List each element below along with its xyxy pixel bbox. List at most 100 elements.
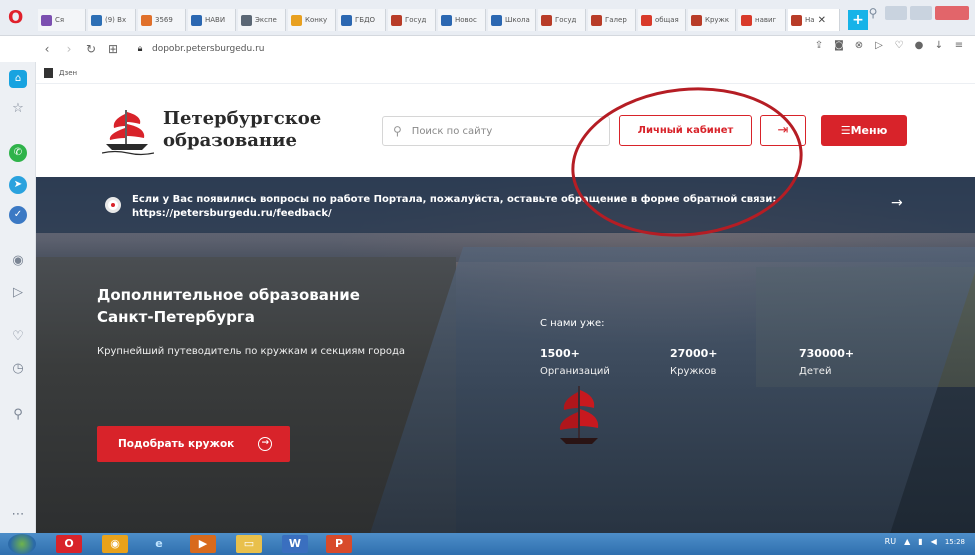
tray-arrow-icon[interactable]: ▲ — [904, 537, 910, 546]
profile-icon[interactable]: ● — [913, 40, 925, 51]
sidebar-speed-dial-icon[interactable]: ☆ — [9, 100, 27, 118]
sidebar-player-icon[interactable]: ◉ — [9, 252, 27, 270]
taskbar-word-icon[interactable]: W — [282, 535, 308, 553]
volume-icon[interactable]: ◀ — [931, 537, 937, 546]
browser-tab[interactable]: Госуд — [538, 9, 586, 31]
bookmark-dzen[interactable]: Дзен — [59, 69, 77, 77]
browser-tab[interactable]: (9) Вх — [88, 9, 136, 31]
close-tab-icon[interactable]: ✕ — [818, 15, 826, 26]
taskbar-folder-icon[interactable]: ▭ — [236, 535, 262, 553]
download-icon[interactable]: ↓ — [933, 40, 945, 51]
browser-tab[interactable]: Ся — [38, 9, 86, 31]
site-logo-text[interactable]: Петербургское образование — [163, 108, 321, 152]
taskbar-powerpoint-icon[interactable]: P — [326, 535, 352, 553]
browser-tab[interactable]: 3569 — [138, 9, 186, 31]
lock-icon[interactable]: 🔒︎ — [132, 44, 148, 54]
hero-title: Дополнительное образование Санкт-Петербу… — [97, 286, 360, 326]
stat-label: Организаций — [540, 366, 610, 377]
camera-icon[interactable]: ◙ — [833, 40, 845, 51]
sidebar-whatsapp-icon[interactable]: ✆ — [9, 144, 27, 162]
stat-children: 730000+ Детей — [799, 347, 854, 377]
tab-favicon-icon — [641, 14, 652, 26]
clock[interactable]: 15:28 — [945, 538, 965, 546]
menu-dots-icon[interactable]: ≡ — [953, 40, 965, 51]
url-field[interactable]: dopobr.petersburgedu.ru — [152, 44, 264, 54]
tab-label: 3569 — [155, 16, 173, 24]
sidebar-vk-icon[interactable]: ✓ — [9, 206, 27, 224]
adblock-icon[interactable]: ⊗ — [853, 40, 865, 51]
pick-club-button[interactable]: Подобрать кружок → — [97, 426, 290, 462]
close-window-button[interactable] — [935, 6, 969, 20]
minimize-button[interactable] — [885, 6, 907, 20]
tab-search-icon[interactable]: ⚲ — [864, 6, 882, 22]
forward-button[interactable]: › — [58, 38, 80, 60]
windows-taskbar: O ◉ e ▶ ▭ W P RU ▲ ▮ ◀ 15:28 — [0, 533, 975, 555]
feedback-notice[interactable]: Если у Вас появились вопросы по работе П… — [36, 177, 975, 233]
start-button[interactable] — [8, 534, 36, 554]
tab-favicon-icon — [341, 14, 352, 26]
tab-favicon-icon — [491, 14, 502, 26]
browser-tab[interactable]: Конку — [288, 9, 336, 31]
heart-icon[interactable]: ♡ — [893, 40, 905, 51]
notice-arrow-icon[interactable]: → — [891, 195, 903, 211]
tab-favicon-icon — [391, 14, 402, 26]
tab-favicon-icon — [741, 14, 752, 26]
tab-label: Школа — [505, 16, 530, 24]
opera-logo-icon[interactable]: O — [8, 8, 26, 28]
browser-tab[interactable]: Школа — [488, 9, 536, 31]
tab-favicon-icon — [291, 14, 302, 26]
sidebar-send-icon[interactable]: ▷ — [9, 284, 27, 302]
tab-label: Госуд — [405, 16, 427, 24]
share-icon[interactable]: ⇪ — [813, 40, 825, 51]
stat-clubs: 27000+ Кружков — [670, 347, 718, 377]
stat-label: Кружков — [670, 366, 717, 377]
taskbar-ie-icon[interactable]: e — [146, 535, 172, 553]
browser-tab[interactable]: общая — [638, 9, 686, 31]
reload-button[interactable]: ↻ — [80, 38, 102, 60]
browser-tab[interactable]: Экспе — [238, 9, 286, 31]
tab-favicon-icon — [791, 14, 802, 26]
stat-organizations: 1500+ Организаций — [540, 347, 610, 377]
tab-favicon-icon — [541, 14, 552, 26]
browser-tab[interactable]: Галер — [588, 9, 636, 31]
browser-tab[interactable]: ГБДО — [338, 9, 386, 31]
tab-favicon-icon — [691, 14, 702, 26]
taskbar-chrome-icon[interactable]: ◉ — [102, 535, 128, 553]
taskbar-media-icon[interactable]: ▶ — [190, 535, 216, 553]
sidebar-home-icon[interactable]: ⌂ — [9, 70, 27, 88]
site-search-input[interactable] — [411, 125, 592, 137]
address-bar-actions: ⇪ ◙ ⊗ ▷ ♡ ● ↓ ≡ — [813, 40, 965, 51]
sidebar-heart-icon[interactable]: ♡ — [9, 328, 27, 346]
sidebar-telegram-icon[interactable]: ➤ — [9, 176, 27, 194]
browser-tab-active[interactable]: На ✕ — [788, 9, 840, 31]
browser-tab[interactable]: Госуд — [388, 9, 436, 31]
stat-label: Детей — [799, 366, 832, 377]
maximize-button[interactable] — [910, 6, 932, 20]
language-indicator[interactable]: RU — [885, 537, 896, 546]
tab-label: НАВИ — [205, 16, 226, 24]
site-search: ⚲ — [382, 116, 610, 146]
scarlet-sails-ship-icon — [559, 386, 599, 444]
tabs-grid-icon[interactable]: ⊞ — [102, 38, 124, 60]
sidebar-location-icon[interactable]: ⚲ — [9, 406, 27, 424]
browser-tab[interactable]: Новос — [438, 9, 486, 31]
tab-label: Новос — [455, 16, 477, 24]
system-tray: RU ▲ ▮ ◀ 15:28 — [885, 537, 965, 546]
back-button[interactable]: ‹ — [36, 38, 58, 60]
window-controls: ⚲ — [864, 6, 969, 22]
ship-logo-icon[interactable] — [102, 106, 154, 156]
hero-banner: Если у Вас появились вопросы по работе П… — [36, 177, 975, 533]
menu-button[interactable]: ☰Меню — [821, 115, 907, 146]
tab-label: Кружк — [705, 16, 730, 24]
search-icon: ⚲ — [393, 124, 402, 138]
browser-tab[interactable]: Кружк — [688, 9, 736, 31]
network-icon[interactable]: ▮ — [918, 537, 922, 546]
tab-list: Ся (9) Вх 3569 НАВИ Экспе Конку ГБДО Госуд Новос… — [38, 9, 868, 31]
sidebar-more-icon[interactable]: ⋯ — [9, 506, 27, 524]
sidebar-history-icon[interactable]: ◷ — [9, 360, 27, 378]
taskbar-opera-icon[interactable]: O — [56, 535, 82, 553]
browser-sidebar: ⌂ ☆ ✆ ➤ ✓ ◉ ▷ ♡ ◷ ⚲ ⋯ — [0, 62, 36, 533]
browser-tab[interactable]: НАВИ — [188, 9, 236, 31]
browser-tab[interactable]: навиг — [738, 9, 786, 31]
send-icon[interactable]: ▷ — [873, 40, 885, 51]
